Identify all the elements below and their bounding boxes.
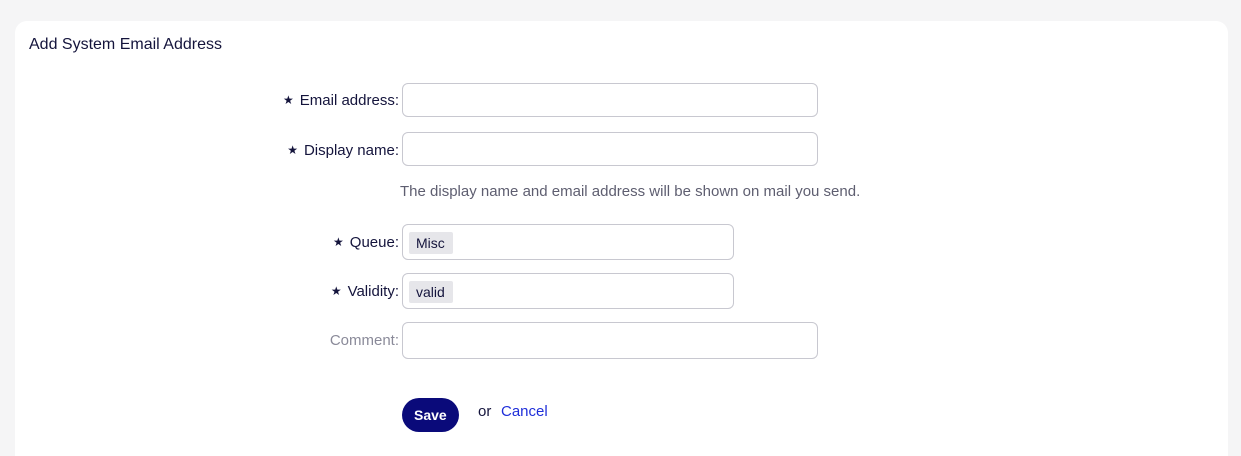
validity-label-text: Validity: [347,283,399,300]
add-email-address-panel: Add System Email Address ★ Email address:… [15,21,1228,456]
display-name-label: ★ Display name: [287,142,399,159]
panel-title: Add System Email Address [29,36,222,53]
required-star-icon: ★ [287,143,298,157]
display-name-label-text: Display name: [303,142,399,159]
required-star-icon: ★ [330,284,342,298]
queue-label-text: Queue: [349,234,399,251]
display-name-input[interactable] [402,132,818,166]
display-name-hint: The display name and email address will … [400,183,861,200]
validity-label: ★ Validity: [331,283,399,300]
comment-input[interactable] [402,322,818,359]
required-star-icon: ★ [333,235,344,249]
cancel-link[interactable]: Cancel [501,403,548,420]
email-address-label-text: Email address: [299,92,399,109]
validity-selected-value: valid [409,281,453,303]
queue-selected-value: Misc [409,232,453,254]
email-address-label: ★ Email address: [283,92,399,109]
comment-label: Comment: [329,332,399,349]
or-text: or [478,403,492,420]
required-star-icon: ★ [283,93,294,107]
queue-label: ★ Queue: [333,234,399,251]
validity-select[interactable]: valid [402,273,734,309]
queue-select[interactable]: Misc [402,224,734,260]
email-address-input[interactable] [402,83,818,117]
save-button[interactable]: Save [402,398,459,432]
